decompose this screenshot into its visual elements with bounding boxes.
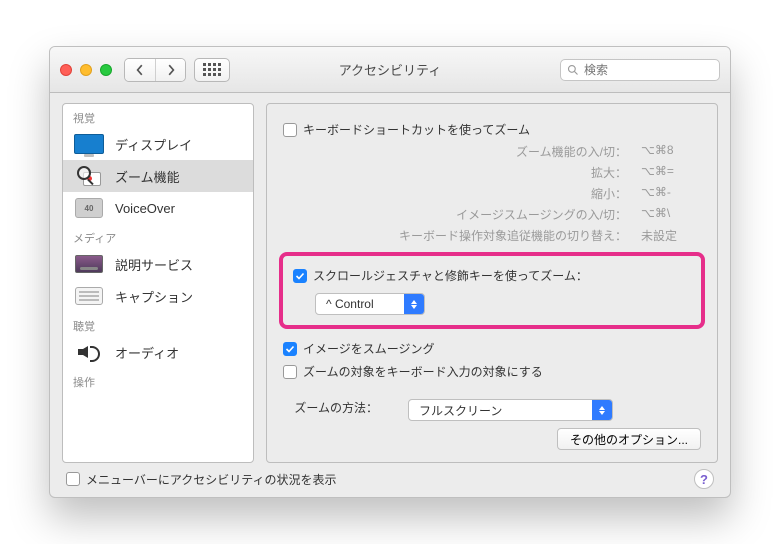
sidebar-item-label: ディスプレイ [115,135,192,154]
shortcut-key: ズーム機能の入/切： [516,143,627,160]
sidebar-section-vision: 視覚 [63,104,253,128]
kb-shortcut-label: キーボードショートカットを使ってズーム [303,121,530,138]
preferences-window: アクセシビリティ 視覚 ディスプレイ ズーム機能 40 [49,46,731,498]
sidebar-item-label: キャプション [115,287,193,306]
select-value: ^ Control [316,297,404,311]
sidebar-item-display[interactable]: ディスプレイ [63,128,253,160]
menubar-status-label: メニューバーにアクセシビリティの状況を表示 [86,471,337,488]
nav-back-forward [124,58,186,82]
sidebar-section-hearing: 聴覚 [63,312,253,336]
smooth-images-checkbox-row[interactable]: イメージをスムージング [283,340,701,357]
highlight-box: スクロールジェスチャと修飾キーを使ってズーム： ^ Control [279,252,705,329]
show-all-button[interactable] [194,58,230,82]
voiceover-icon: 40 [75,198,103,218]
sidebar-item-voiceover[interactable]: 40 VoiceOver [63,192,253,224]
help-button[interactable]: ? [694,469,714,489]
sidebar-item-audio[interactable]: オーディオ [63,336,253,368]
grid-icon [203,63,221,76]
category-sidebar[interactable]: 視覚 ディスプレイ ズーム機能 40 VoiceOver メディア 説明サービス [62,103,254,463]
window-body: 視覚 ディスプレイ ズーム機能 40 VoiceOver メディア 説明サービス [50,93,730,497]
close-window-button[interactable] [60,64,72,76]
shortcut-key: 縮小： [591,185,627,202]
checkbox-icon [283,342,297,356]
select-value: フルスクリーン [409,402,592,419]
chevron-left-icon [134,64,146,76]
shortcut-value: ⌥⌘8 [641,143,701,160]
shortcut-key: キーボード操作対象追従機能の切り替え： [399,227,627,244]
audio-icon [78,342,100,362]
keyboard-target-checkbox-row[interactable]: ズームの対象をキーボード入力の対象にする [283,363,701,380]
minimize-window-button[interactable] [80,64,92,76]
sidebar-item-label: ズーム機能 [115,167,180,186]
display-icon [74,134,104,154]
sidebar-item-label: 説明サービス [115,255,193,274]
sidebar-section-interacting: 操作 [63,368,253,392]
check-icon [285,344,295,354]
search-icon [567,64,579,76]
window-footer: メニューバーにアクセシビリティの状況を表示 ? [62,463,718,489]
shortcut-key: 拡大： [591,164,627,181]
sidebar-item-label: VoiceOver [115,201,175,216]
menubar-status-checkbox-row[interactable]: メニューバーにアクセシビリティの状況を表示 [66,471,337,488]
shortcut-value: ⌥⌘- [641,185,701,202]
shortcut-value: 未設定 [641,227,701,244]
descriptions-icon [75,255,103,273]
select-arrows-icon [404,294,424,314]
chevron-right-icon [165,64,177,76]
scroll-zoom-label: スクロールジェスチャと修飾キーを使ってズーム： [313,267,588,284]
zoom-style-select[interactable]: フルスクリーン [408,399,613,421]
checkbox-icon [283,123,297,137]
captions-icon [75,287,103,305]
settings-pane: キーボードショートカットを使ってズーム ズーム機能の入/切： ⌥⌘8 拡大： ⌥⌘=… [266,103,718,463]
shortcut-value: ⌥⌘\ [641,206,701,223]
check-icon [295,271,305,281]
smooth-images-label: イメージをスムージング [303,340,435,357]
checkbox-icon [293,269,307,283]
window-toolbar: アクセシビリティ [50,47,730,93]
sidebar-item-zoom[interactable]: ズーム機能 [63,160,253,192]
select-arrows-icon [592,400,612,420]
search-field[interactable] [560,59,720,81]
shortcut-key: イメージスムージングの入/切： [456,206,627,223]
checkbox-icon [66,472,80,486]
search-input[interactable] [584,63,713,77]
zoom-window-button[interactable] [100,64,112,76]
scroll-zoom-checkbox-row[interactable]: スクロールジェスチャと修飾キーを使ってズーム： [293,267,691,284]
shortcut-value: ⌥⌘= [641,164,701,181]
sidebar-item-label: オーディオ [115,343,179,362]
more-options-button[interactable]: その他のオプション... [557,428,701,450]
sidebar-item-captions[interactable]: キャプション [63,280,253,312]
forward-button[interactable] [155,59,185,81]
sidebar-section-media: メディア [63,224,253,248]
zoom-icon [77,166,101,186]
zoom-style-label: ズームの方法： [283,399,378,416]
window-controls [60,64,112,76]
back-button[interactable] [125,59,155,81]
keyboard-target-label: ズームの対象をキーボード入力の対象にする [303,363,543,380]
modifier-key-select[interactable]: ^ Control [315,293,425,315]
checkbox-icon [283,365,297,379]
sidebar-item-descriptions[interactable]: 説明サービス [63,248,253,280]
kb-shortcut-checkbox-row[interactable]: キーボードショートカットを使ってズーム [283,121,701,138]
